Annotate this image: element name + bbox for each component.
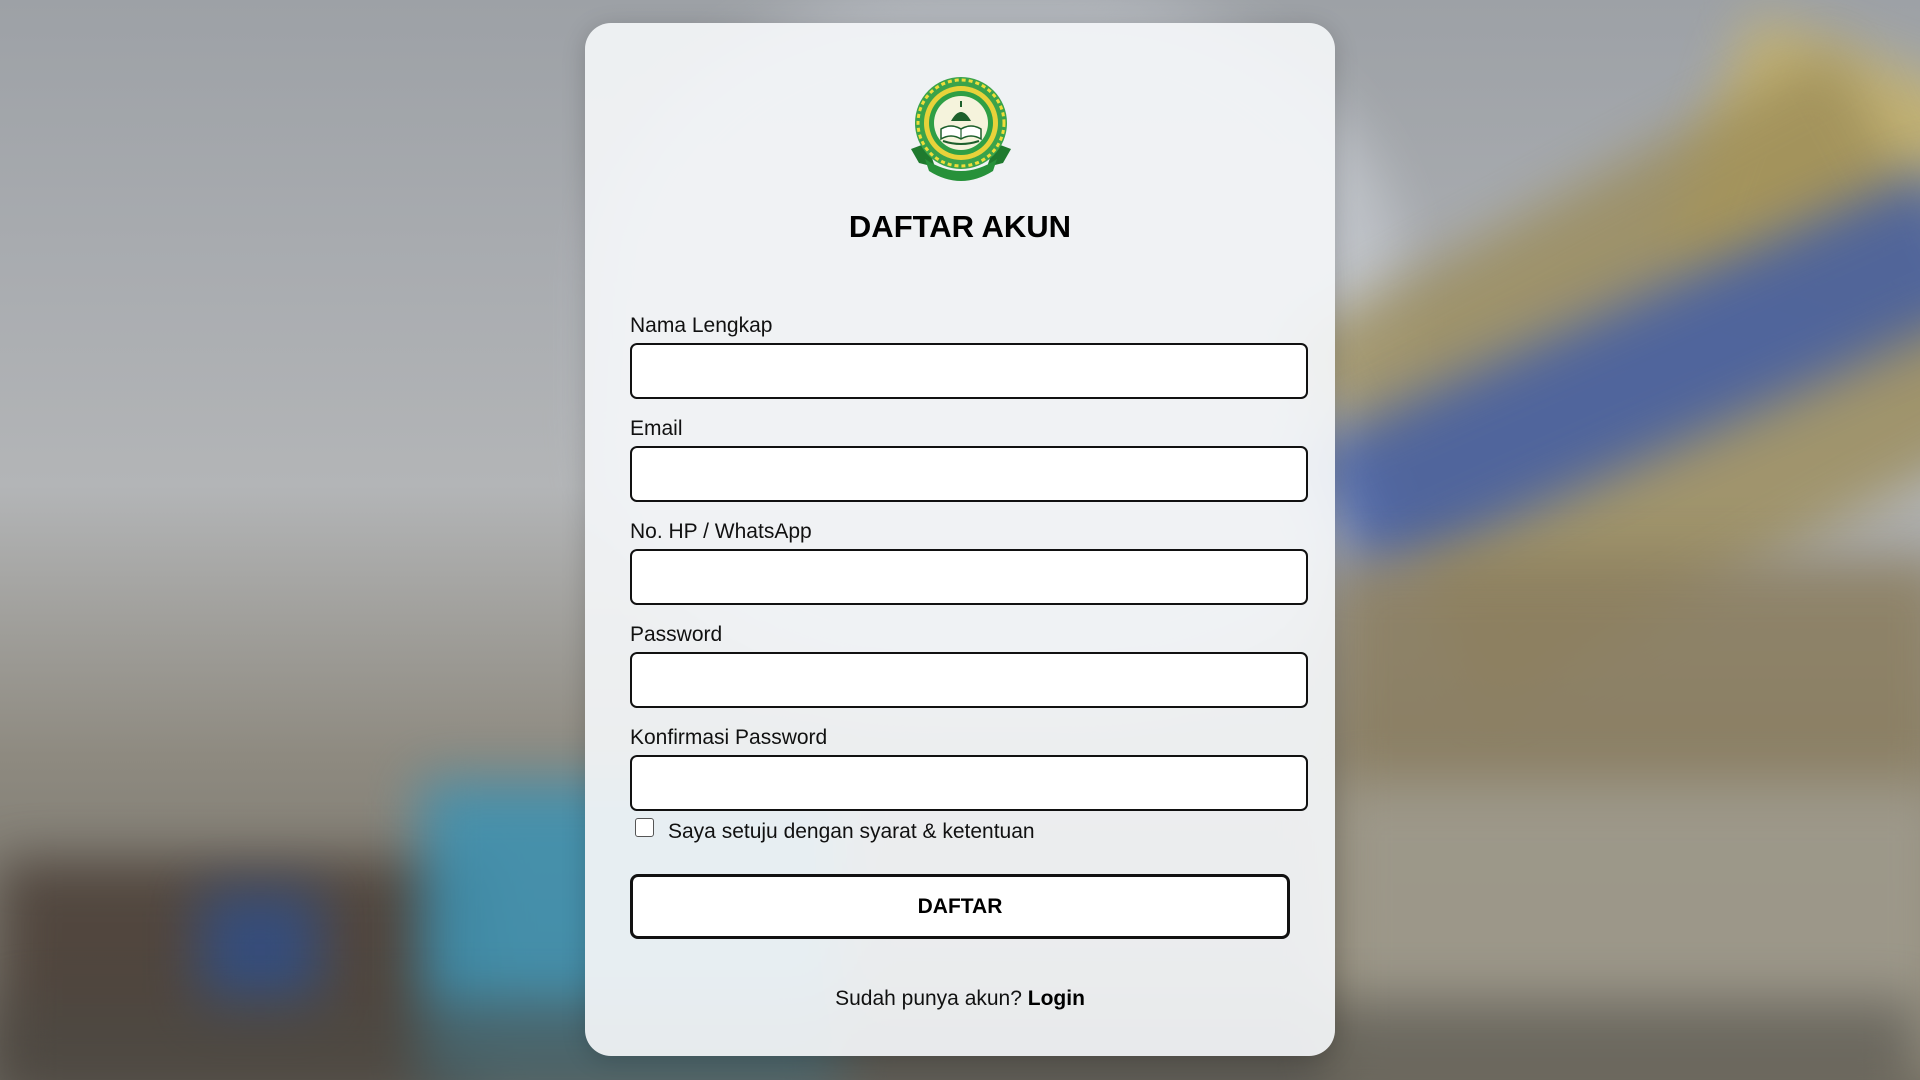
confirm-password-label: Konfirmasi Password: [630, 726, 828, 749]
terms-checkbox-label: Saya setuju dengan syarat & ketentuan: [668, 820, 1035, 843]
phone-label: No. HP / WhatsApp: [630, 520, 812, 543]
password-label: Password: [630, 623, 723, 646]
full-name-label: Nama Lengkap: [630, 314, 773, 337]
full-name-input[interactable]: [630, 343, 1308, 399]
register-card: DAFTAR AKUN Nama Lengkap Email No. HP / …: [585, 23, 1335, 1056]
password-input[interactable]: [630, 652, 1308, 708]
terms-checkbox[interactable]: [635, 818, 654, 837]
login-prompt: Sudah punya akun? Login: [585, 986, 1335, 1012]
email-input[interactable]: [630, 446, 1308, 502]
register-button[interactable]: DAFTAR: [630, 874, 1290, 939]
phone-input[interactable]: [630, 549, 1308, 605]
school-emblem-icon: [905, 71, 1017, 183]
email-label: Email: [630, 417, 683, 440]
confirm-password-input[interactable]: [630, 755, 1308, 811]
page-title: DAFTAR AKUN: [848, 209, 1072, 244]
login-link[interactable]: Login: [1028, 987, 1085, 1010]
login-prompt-text: Sudah punya akun?: [835, 987, 1022, 1010]
